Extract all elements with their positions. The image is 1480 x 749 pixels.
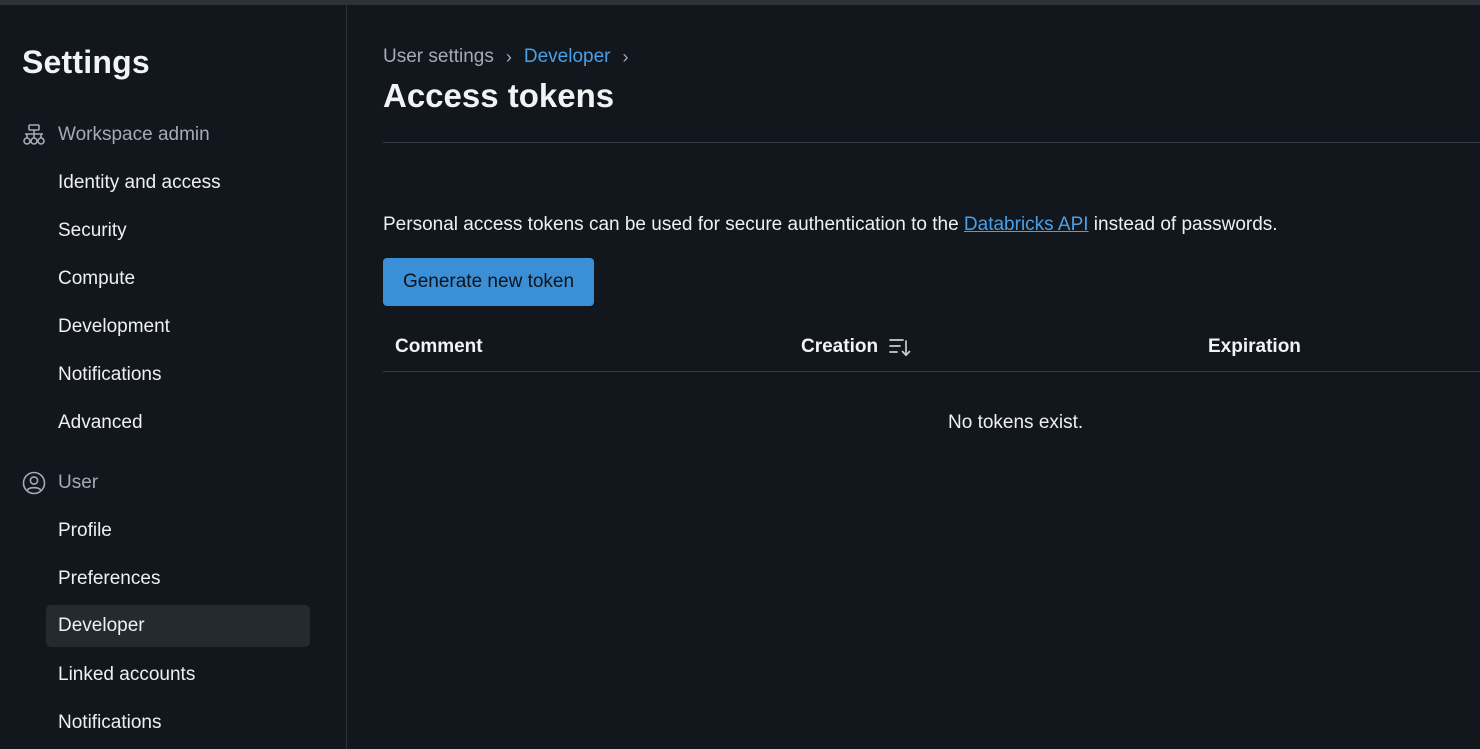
description-text-before: Personal access tokens can be used for s…: [383, 214, 964, 235]
column-header-expiration[interactable]: Expiration: [1208, 336, 1301, 358]
group-workspace-admin: Workspace admin: [22, 121, 210, 149]
description-text-after: instead of passwords.: [1088, 214, 1278, 235]
sidebar-item-linked-accounts[interactable]: Linked accounts: [46, 654, 310, 696]
sidebar-item-notifications-user[interactable]: Notifications: [46, 702, 310, 744]
breadcrumb-user-settings[interactable]: User settings: [383, 46, 494, 68]
page-description: Personal access tokens can be used for s…: [383, 214, 1278, 236]
sort-descending-icon[interactable]: [888, 336, 912, 358]
sidebar-item-developer[interactable]: Developer: [46, 605, 310, 647]
breadcrumb-separator-icon: ›: [505, 46, 512, 67]
databricks-api-link[interactable]: Databricks API: [964, 214, 1089, 235]
column-header-comment[interactable]: Comment: [395, 336, 483, 358]
settings-sidebar: Settings Workspace admin Identity and ac…: [0, 5, 347, 749]
title-divider: [383, 142, 1480, 143]
hierarchy-icon: [22, 123, 46, 147]
sidebar-item-advanced[interactable]: Advanced: [46, 402, 310, 444]
breadcrumb: User settings › Developer ›: [383, 46, 640, 68]
sidebar-item-compute[interactable]: Compute: [46, 258, 310, 300]
column-header-creation[interactable]: Creation: [801, 336, 912, 358]
group-user: User: [22, 469, 98, 497]
group-workspace-admin-label: Workspace admin: [58, 124, 210, 145]
column-expiration-label: Expiration: [1208, 336, 1301, 357]
column-creation-label: Creation: [801, 336, 879, 357]
sidebar-item-notifications-admin[interactable]: Notifications: [46, 354, 310, 396]
group-user-label: User: [58, 472, 99, 493]
breadcrumb-separator-icon: ›: [622, 46, 629, 67]
sidebar-item-preferences[interactable]: Preferences: [46, 558, 310, 600]
table-header: Comment Creation Expiration: [383, 324, 1480, 372]
sidebar-item-identity-and-access[interactable]: Identity and access: [46, 162, 310, 204]
breadcrumb-developer[interactable]: Developer: [524, 46, 611, 68]
page-title: Access tokens: [383, 77, 615, 114]
user-circle-icon: [22, 471, 46, 495]
empty-table-message: No tokens exist.: [948, 412, 1084, 433]
sidebar-item-profile[interactable]: Profile: [46, 510, 310, 552]
main-content: User settings › Developer › Access token…: [383, 5, 1480, 749]
generate-new-token-button[interactable]: Generate new token: [383, 258, 594, 306]
sidebar-item-development[interactable]: Development: [46, 306, 310, 348]
sidebar-title: Settings: [22, 44, 150, 80]
column-comment-label: Comment: [395, 336, 483, 357]
sidebar-item-security[interactable]: Security: [46, 210, 310, 252]
